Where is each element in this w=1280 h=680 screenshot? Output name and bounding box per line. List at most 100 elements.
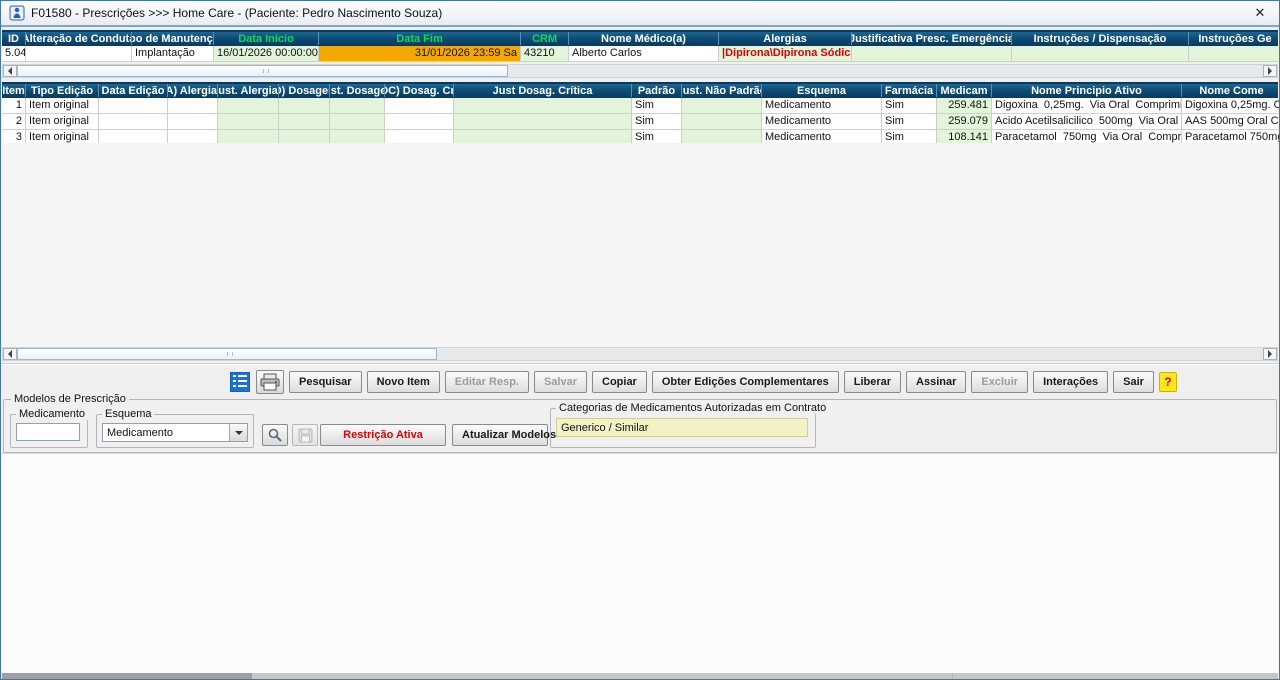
editar-resp-button[interactable]: Editar Resp. bbox=[445, 371, 529, 393]
novo-item-button[interactable]: Novo Item bbox=[367, 371, 440, 393]
close-icon[interactable]: ✕ bbox=[1249, 5, 1271, 21]
cell-farmacia[interactable]: Sim bbox=[882, 98, 937, 113]
sair-button[interactable]: Sair bbox=[1113, 371, 1154, 393]
cell-data-edicao[interactable] bbox=[99, 98, 168, 113]
cell-farmacia[interactable]: Sim bbox=[882, 114, 937, 129]
items-hscrollbar[interactable] bbox=[2, 347, 1278, 361]
assinar-button[interactable]: Assinar bbox=[906, 371, 966, 393]
cell-nome-principio-ativo[interactable]: Acido Acetilsalicilico 500mg Via Oral Co… bbox=[992, 114, 1182, 129]
print-icon[interactable] bbox=[256, 370, 284, 394]
cell-alergias[interactable]: |Dipirona\Dipirona Sódica\ bbox=[719, 46, 852, 61]
cell-item[interactable]: 1 bbox=[2, 98, 26, 113]
prescription-row[interactable]: 5.042 Implantação 16/01/2026 00:00:00 31… bbox=[2, 46, 1278, 62]
col-header-just-nao-padrao: Just. Não Padrão bbox=[682, 84, 762, 97]
modelos-panel-label: Modelos de Prescrição bbox=[11, 393, 129, 405]
cell-instrucoes-dispensacao[interactable] bbox=[1012, 46, 1189, 61]
col-header-nome-medico: Nome Médico(a) bbox=[569, 32, 719, 45]
categorias-label: Categorias de Medicamentos Autorizadas e… bbox=[556, 402, 829, 414]
window-title: F01580 - Prescrições >>> Home Care - (Pa… bbox=[31, 6, 442, 20]
cell-nome-comercial[interactable]: AAS 500mg Oral Con bbox=[1182, 114, 1280, 129]
bottom-scrollbar[interactable] bbox=[2, 673, 1278, 680]
salvar-button[interactable]: Salvar bbox=[534, 371, 587, 393]
col-header-id: ID bbox=[2, 32, 26, 45]
cell-tipo-manutencao[interactable]: Implantação bbox=[132, 46, 214, 61]
liberar-button[interactable]: Liberar bbox=[844, 371, 901, 393]
cell-esquema[interactable]: Medicamento bbox=[762, 114, 882, 129]
title-bar: F01580 - Prescrições >>> Home Care - (Pa… bbox=[1, 1, 1279, 27]
cell-a-alergias[interactable] bbox=[168, 98, 218, 113]
col-header-instrucoes-gerais: Instruções Ge bbox=[1189, 32, 1280, 45]
cell-alteracao-conduta[interactable] bbox=[26, 46, 132, 61]
cell-esquema[interactable]: Medicamento bbox=[762, 98, 882, 113]
cell-dc-dosag-crit[interactable] bbox=[385, 98, 454, 113]
search-icon[interactable] bbox=[262, 424, 288, 446]
scroll-right-icon[interactable] bbox=[1263, 348, 1277, 360]
prescription-hscrollbar[interactable] bbox=[2, 64, 1278, 78]
col-header-instrucoes-dispensacao: Instruções / Dispensação bbox=[1012, 32, 1189, 45]
cell-d-dosagem[interactable] bbox=[279, 98, 330, 113]
items-header-row: Item Tipo Edição Data Edição (A) Alergia… bbox=[2, 82, 1278, 98]
scroll-left-icon[interactable] bbox=[3, 65, 17, 77]
scrollbar-thumb[interactable] bbox=[17, 348, 437, 360]
cell-just-nao-padrao[interactable] bbox=[682, 114, 762, 129]
save-model-icon[interactable] bbox=[292, 424, 318, 446]
cell-medicamento-codigo[interactable]: 259.481 bbox=[937, 98, 992, 113]
atualizar-modelos-button[interactable]: Atualizar Modelos bbox=[452, 424, 548, 446]
restricao-ativa-button[interactable]: Restrição Ativa bbox=[320, 424, 446, 446]
chevron-down-icon[interactable] bbox=[229, 424, 247, 441]
ordered-list-icon[interactable] bbox=[229, 371, 251, 393]
col-header-data-edicao: Data Edição bbox=[99, 84, 168, 97]
bottom-scrollbar-divider bbox=[952, 673, 953, 680]
cell-item[interactable]: 2 bbox=[2, 114, 26, 129]
cell-nome-comercial[interactable]: Digoxina 0,25mg. Ora bbox=[1182, 98, 1280, 113]
cell-just-dosag-critica[interactable] bbox=[454, 98, 632, 113]
cell-tipo-edicao[interactable]: Item original bbox=[26, 98, 99, 113]
medicamento-groupbox: Medicamento bbox=[10, 414, 88, 448]
categorias-groupbox: Categorias de Medicamentos Autorizadas e… bbox=[550, 408, 816, 448]
scrollbar-thumb[interactable] bbox=[17, 65, 508, 77]
cell-nome-medico[interactable]: Alberto Carlos bbox=[569, 46, 719, 61]
cell-data-edicao[interactable] bbox=[99, 114, 168, 129]
col-header-justificativa-emergencia: Justificativa Presc. Emergência bbox=[852, 32, 1012, 45]
cell-nome-principio-ativo[interactable]: Digoxina 0,25mg. Via Oral Comprimido ... bbox=[992, 98, 1182, 113]
cell-tipo-edicao[interactable]: Item original bbox=[26, 114, 99, 129]
cell-a-alergias[interactable] bbox=[168, 114, 218, 129]
medicamento-label: Medicamento bbox=[16, 408, 88, 420]
cell-crm[interactable]: 43210 bbox=[521, 46, 569, 61]
scroll-left-icon[interactable] bbox=[3, 348, 17, 360]
col-header-alteracao-conduta: Alteração de Conduta bbox=[26, 32, 132, 45]
cell-padrao[interactable]: Sim bbox=[632, 98, 682, 113]
cell-id[interactable]: 5.042 bbox=[2, 46, 26, 61]
col-header-data-inicio: Data Início bbox=[214, 32, 319, 45]
cell-just-alergias[interactable] bbox=[218, 98, 279, 113]
item-row-2[interactable]: 2 Item original Sim Medicamento Sim 259.… bbox=[2, 114, 1278, 130]
scroll-right-icon[interactable] bbox=[1263, 65, 1277, 77]
item-row-1[interactable]: 1 Item original Sim Medicamento Sim 259.… bbox=[2, 98, 1278, 114]
col-header-d-dosagem: (D) Dosagem bbox=[279, 84, 330, 97]
help-button[interactable]: ? bbox=[1159, 372, 1177, 392]
esquema-label: Esquema bbox=[102, 408, 154, 420]
cell-data-fim[interactable]: 31/01/2026 23:59 Sa bbox=[319, 46, 521, 61]
toolbar: Pesquisar Novo Item Editar Resp. Salvar … bbox=[1, 363, 1279, 399]
cell-just-dosagem[interactable] bbox=[330, 98, 385, 113]
bottom-scrollbar-thumb[interactable] bbox=[2, 673, 252, 680]
cell-just-dosagem[interactable] bbox=[330, 114, 385, 129]
cell-medicamento-codigo[interactable]: 259.079 bbox=[937, 114, 992, 129]
excluir-button[interactable]: Excluir bbox=[971, 371, 1028, 393]
esquema-select[interactable]: Medicamento bbox=[102, 423, 248, 442]
cell-just-nao-padrao[interactable] bbox=[682, 98, 762, 113]
cell-justificativa-emergencia[interactable] bbox=[852, 46, 1012, 61]
cell-instrucoes-gerais[interactable] bbox=[1189, 46, 1280, 61]
obter-edicoes-complementares-button[interactable]: Obter Edições Complementares bbox=[652, 371, 839, 393]
cell-dc-dosag-crit[interactable] bbox=[385, 114, 454, 129]
cell-data-inicio[interactable]: 16/01/2026 00:00:00 bbox=[214, 46, 319, 61]
interacoes-button[interactable]: Interações bbox=[1033, 371, 1108, 393]
pesquisar-button[interactable]: Pesquisar bbox=[289, 371, 362, 393]
app-icon bbox=[9, 5, 25, 21]
cell-just-alergias[interactable] bbox=[218, 114, 279, 129]
medicamento-input[interactable] bbox=[16, 423, 80, 441]
cell-just-dosag-critica[interactable] bbox=[454, 114, 632, 129]
cell-padrao[interactable]: Sim bbox=[632, 114, 682, 129]
cell-d-dosagem[interactable] bbox=[279, 114, 330, 129]
copiar-button[interactable]: Copiar bbox=[592, 371, 647, 393]
